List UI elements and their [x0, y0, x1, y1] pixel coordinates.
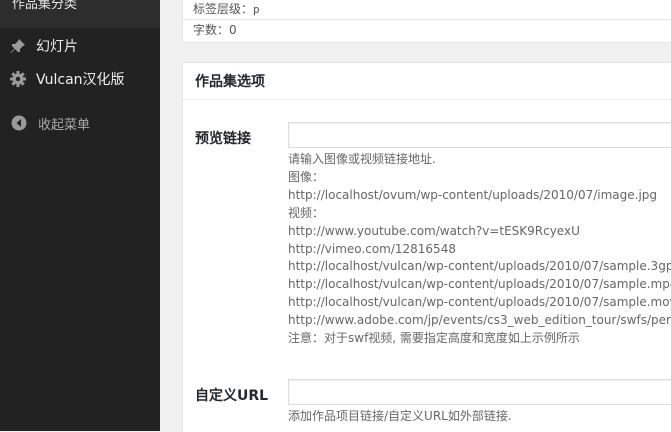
- sidebar-item-slideshow[interactable]: 幻灯片: [0, 29, 160, 63]
- collapse-menu-label: 收起菜单: [38, 117, 91, 133]
- preview-link-label: 预览链接: [195, 131, 251, 147]
- main-content: 标签层级：p 字数：0 作品集选项 预览链接 请输入图像或视频链接地址. 图像：…: [160, 0, 671, 432]
- description-line: 注意：对于swf视频, 需要指定高度和宽度如上示例所示: [288, 331, 580, 346]
- description-line: 请输入图像或视频链接地址.: [288, 152, 436, 166]
- collapse-arrow-icon: [9, 113, 29, 133]
- custom-url-input[interactable]: [288, 379, 671, 405]
- custom-url-description: 添加作品项目链接/自定义URL如外部链接.: [288, 409, 512, 423]
- editor-status-box: 标签层级：p 字数：0: [182, 0, 671, 43]
- divider: [183, 19, 671, 20]
- tag-level-value: p: [253, 3, 260, 16]
- preview-link-description: 请输入图像或视频链接地址. 图像： http://localhost/ovum/…: [288, 151, 671, 348]
- tag-level-label: 标签层级：: [193, 2, 254, 16]
- sidebar-item-label: 作品集分类: [12, 0, 78, 12]
- description-line: 图像：: [288, 169, 325, 184]
- sidebar-item-label: Vulcan汉化版: [36, 72, 125, 88]
- description-line: 视频：: [288, 205, 325, 220]
- description-line: http://localhost/vulcan/wp-content/uploa…: [288, 277, 671, 292]
- custom-url-label: 自定义URL: [195, 388, 269, 404]
- description-line: http://www.adobe.com/jp/events/cs3_web_e…: [288, 313, 671, 328]
- admin-sidebar: 作品集分类 幻灯片 Vulcan汉化版 收起菜单: [0, 0, 160, 431]
- description-line: http://vimeo.com/12816548: [288, 241, 456, 256]
- divider: [183, 99, 671, 100]
- description-line: http://localhost/vulcan/wp-content/uploa…: [288, 259, 671, 274]
- sidebar-item-portfolio-category[interactable]: 作品集分类: [0, 0, 160, 28]
- gear-icon: [8, 69, 28, 89]
- portfolio-options-panel: 作品集选项 预览链接 请输入图像或视频链接地址. 图像： http://loca…: [182, 62, 671, 432]
- panel-title: 作品集选项: [195, 74, 265, 90]
- word-count: 字数：0: [193, 23, 237, 37]
- pin-icon: [8, 36, 28, 56]
- preview-link-input[interactable]: [288, 122, 671, 148]
- sidebar-item-label: 幻灯片: [36, 39, 78, 55]
- collapse-menu-button[interactable]: 收起菜单: [0, 106, 160, 140]
- description-line: http://localhost/ovum/wp-content/uploads…: [288, 187, 658, 202]
- description-line: http://www.youtube.com/watch?v=tESK9Rcye…: [288, 223, 580, 238]
- tag-level-row: 标签层级：p: [193, 0, 260, 18]
- description-line: http://localhost/vulcan/wp-content/uploa…: [288, 295, 671, 310]
- sidebar-item-vulcan[interactable]: Vulcan汉化版: [0, 62, 160, 96]
